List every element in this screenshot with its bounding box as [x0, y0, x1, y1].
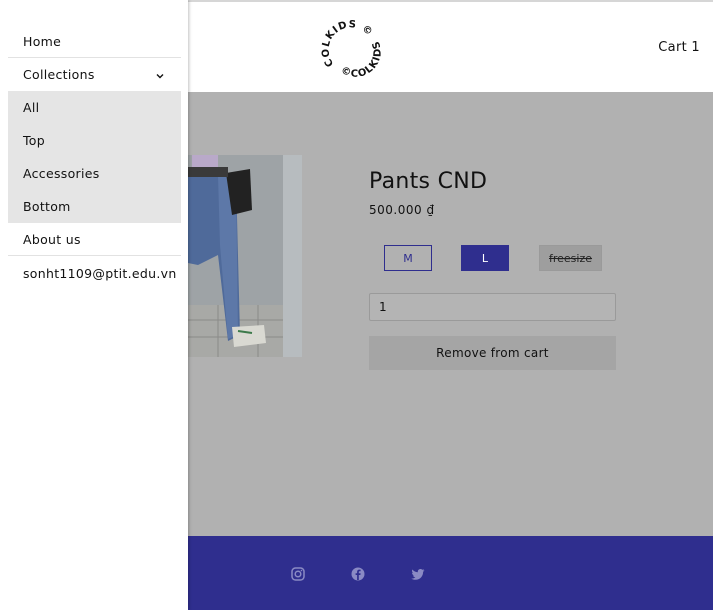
nav-item-label: Accessories — [23, 166, 100, 181]
instagram-icon[interactable] — [290, 566, 306, 582]
nav-subitem-bottom[interactable]: Bottom — [8, 190, 181, 223]
svg-text:©COLKIDS: ©COLKIDS — [333, 37, 382, 80]
nav-subitem-accessories[interactable]: Accessories — [8, 157, 181, 190]
nav-item-label: About us — [23, 231, 81, 247]
nav-subitem-top[interactable]: Top — [8, 124, 181, 157]
quantity-input[interactable]: 1 — [369, 293, 616, 321]
brand-logo[interactable]: COLKIDS © ©COLKIDS — [309, 8, 394, 89]
size-option-m[interactable]: M — [384, 245, 432, 271]
nav-item-collections[interactable]: Collections — [8, 58, 181, 91]
chevron-down-icon[interactable] — [155, 69, 165, 79]
nav-item-label: Top — [23, 133, 45, 148]
nav-subitem-all[interactable]: All — [8, 91, 181, 124]
nav-item-about-us[interactable]: About us — [8, 223, 181, 256]
cart-link[interactable]: Cart 1 — [658, 40, 700, 55]
remove-from-cart-button[interactable]: Remove from cart — [369, 336, 616, 370]
navigation-drawer: Home Collections All Top Accessories Bot… — [0, 0, 188, 610]
product-title: Pants CND — [369, 169, 488, 194]
nav-item-label: Home — [23, 33, 62, 49]
facebook-icon[interactable] — [350, 566, 366, 582]
nav-item-label: Collections — [23, 67, 95, 82]
nav-item-label: Bottom — [23, 199, 71, 214]
twitter-icon[interactable] — [410, 566, 426, 582]
nav-item-home[interactable]: Home — [8, 25, 181, 58]
size-option-l[interactable]: L — [461, 245, 509, 271]
product-image — [188, 155, 302, 357]
nav-item-label: sonht1109@ptit.edu.vn — [23, 266, 177, 281]
product-price: 500.000 ₫ — [369, 203, 435, 217]
nav-item-label: All — [23, 100, 40, 115]
nav-item-account-email[interactable]: sonht1109@ptit.edu.vn — [8, 257, 181, 290]
size-option-freesize: freesize — [539, 245, 602, 271]
